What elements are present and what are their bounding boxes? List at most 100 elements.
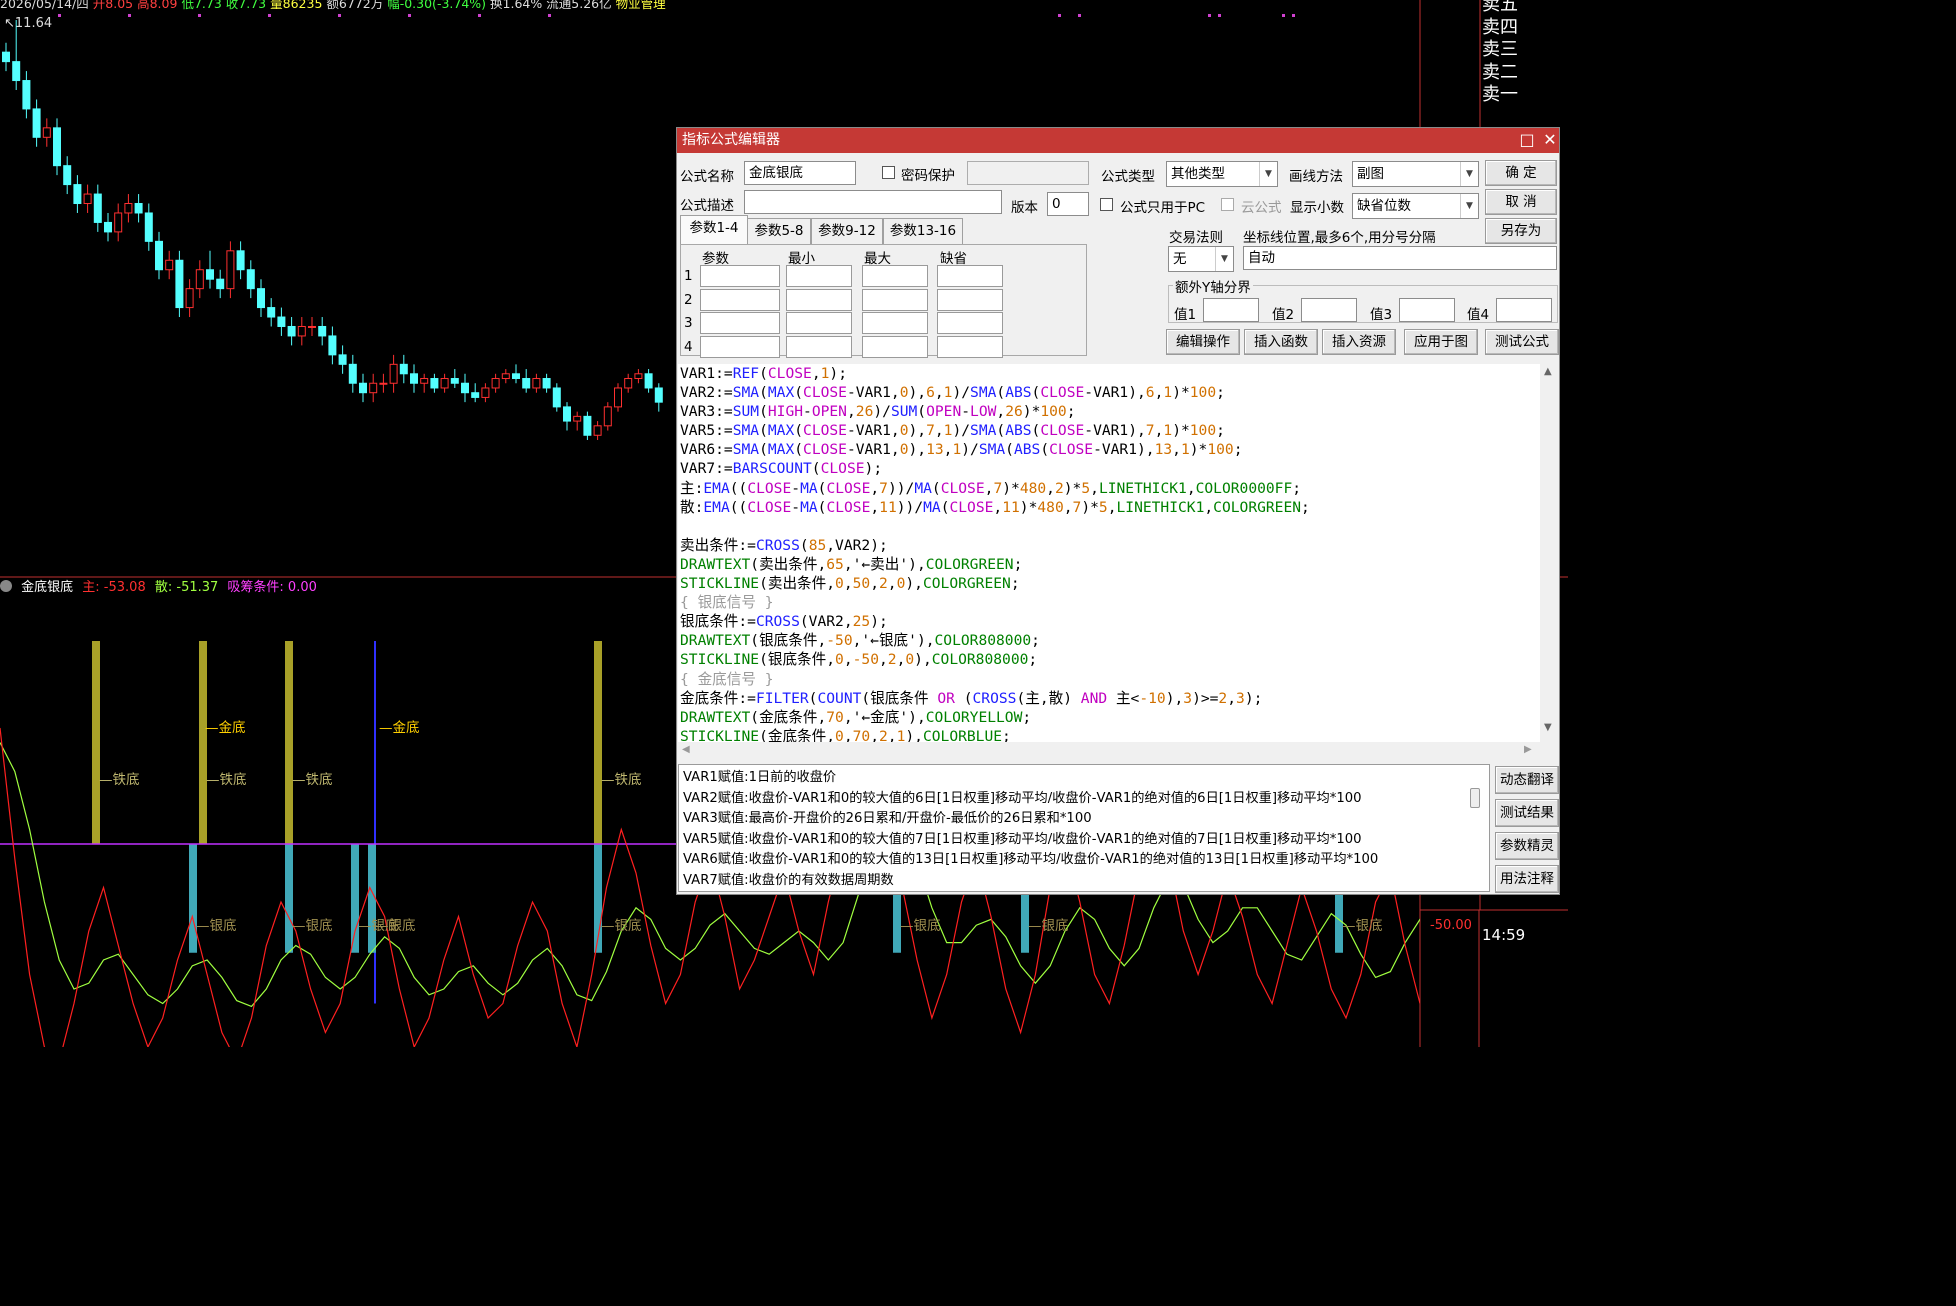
- code-vertical-scrollbar[interactable]: ▲ ▼: [1540, 364, 1559, 742]
- legend-main: 主: -53.08: [82, 580, 146, 595]
- code-line: 银底条件:=CROSS(VAR2,25);: [680, 613, 888, 631]
- apply-to-chart-button[interactable]: 应用于图: [1404, 329, 1478, 355]
- ask-5: 卖五: [1482, 0, 1518, 15]
- param-min-cell[interactable]: [786, 335, 852, 358]
- param-name-cell[interactable]: [700, 335, 780, 358]
- candle-body: [83, 193, 92, 205]
- maximize-icon[interactable]: □: [1516, 129, 1538, 151]
- dialog-title-bar[interactable]: 指标公式编辑器: [677, 128, 1559, 153]
- usage-notes-button[interactable]: 用法注释: [1495, 865, 1559, 893]
- candle-body: [42, 127, 51, 138]
- tab-params-13-16[interactable]: 参数13-16: [883, 218, 963, 244]
- candle-body: [410, 373, 418, 384]
- tab-params-1-4[interactable]: 参数1-4: [680, 215, 748, 245]
- type-select[interactable]: 其他类型 ▼: [1166, 161, 1278, 187]
- code-line: VAR7:=BARSCOUNT(CLOSE);: [680, 460, 883, 478]
- test-result-button[interactable]: 测试结果: [1495, 799, 1559, 827]
- scroll-left-icon[interactable]: ◀: [682, 744, 690, 755]
- high-price-label: ↖11.64: [4, 16, 53, 31]
- edit-ops-button[interactable]: 编辑操作: [1166, 329, 1240, 355]
- param-default-cell[interactable]: [937, 312, 1003, 334]
- param-wizard-button[interactable]: 参数精灵: [1495, 832, 1559, 860]
- name-input[interactable]: 金底银底: [744, 161, 856, 185]
- candle-body: [53, 127, 61, 167]
- gold-label: —金底: [205, 720, 246, 736]
- time-label: 14:59: [1482, 926, 1526, 944]
- candle-body: [73, 184, 82, 205]
- scroll-up-icon[interactable]: ▲: [1544, 366, 1552, 377]
- param-min-cell[interactable]: [786, 265, 852, 287]
- dynamic-translate-button[interactable]: 动态翻译: [1495, 766, 1559, 794]
- param-max-cell[interactable]: [862, 312, 928, 334]
- candle-body: [2, 51, 10, 63]
- draw-select[interactable]: 副图 ▼: [1352, 161, 1479, 187]
- formula-code-editor[interactable]: VAR1:=REF(CLOSE,1); VAR2:=SMA(MAX(CLOSE-V…: [678, 364, 1540, 742]
- value3-input[interactable]: [1399, 298, 1455, 322]
- cancel-button[interactable]: 取 消: [1485, 189, 1557, 215]
- code-line: DRAWTEXT(卖出条件,65,'←卖出'),COLORGREEN;: [680, 555, 1023, 573]
- param-min-cell[interactable]: [786, 312, 852, 334]
- insert-function-button[interactable]: 插入函数: [1244, 329, 1318, 355]
- desc-input[interactable]: [744, 190, 1002, 214]
- translation-panel[interactable]: VAR1赋值:1日前的收盘价 VAR2赋值:收盘价-VAR1和0的较大值的6日[1…: [678, 764, 1490, 892]
- cloud-checkbox[interactable]: [1221, 198, 1234, 211]
- value4-input[interactable]: [1496, 298, 1552, 322]
- axis-level-label: -50.00: [1430, 918, 1472, 933]
- code-line: { 银底信号 }: [680, 594, 774, 612]
- candle-body: [348, 363, 357, 384]
- param-max-cell[interactable]: [862, 335, 928, 358]
- chevron-down-icon: ▼: [1259, 162, 1277, 186]
- param-default-cell[interactable]: [937, 265, 1003, 287]
- quote-float-cap: 流通5.26亿: [546, 0, 612, 11]
- value1-input[interactable]: [1203, 298, 1259, 322]
- password-checkbox[interactable]: [882, 166, 895, 179]
- candle-body: [216, 278, 225, 290]
- param-row-index: 4: [684, 338, 693, 355]
- coord-input[interactable]: 自动: [1243, 246, 1557, 270]
- param-max-cell[interactable]: [862, 288, 928, 311]
- param-min-cell[interactable]: [786, 288, 852, 311]
- scroll-down-icon[interactable]: ▼: [1544, 722, 1552, 733]
- iron-label: —铁底: [601, 772, 642, 788]
- test-formula-button[interactable]: 测试公式: [1485, 329, 1559, 355]
- param-name-cell[interactable]: [700, 265, 780, 287]
- code-line: STICKLINE(银底条件,0,-50,2,0),COLOR808000;: [680, 651, 1038, 669]
- param-name-cell[interactable]: [700, 312, 780, 334]
- password-label: 密码保护: [901, 168, 955, 184]
- password-input[interactable]: [967, 161, 1089, 185]
- iron-label: —铁底: [99, 772, 140, 788]
- decimals-select[interactable]: 缺省位数 ▼: [1352, 193, 1479, 219]
- candle-body: [573, 415, 582, 422]
- close-icon[interactable]: ✕: [1539, 129, 1561, 151]
- tab-params-5-8[interactable]: 参数5-8: [747, 218, 811, 244]
- param-header-max: 最大: [864, 251, 891, 267]
- scroll-right-icon[interactable]: ▶: [1524, 744, 1532, 755]
- code-line: VAR3:=SUM(HIGH-OPEN,26)/SUM(OPEN-LOW,26)…: [680, 403, 1076, 421]
- trade-rule-select[interactable]: 无 ▼: [1168, 246, 1234, 272]
- desc-label: 公式描述: [680, 198, 734, 214]
- candle-body: [614, 387, 622, 408]
- candle-body: [297, 325, 306, 337]
- save-as-button[interactable]: 另存为: [1485, 218, 1557, 244]
- param-default-cell[interactable]: [937, 335, 1003, 358]
- param-default-cell[interactable]: [937, 288, 1003, 311]
- collapse-icon[interactable]: [0, 580, 12, 592]
- pc-only-checkbox[interactable]: [1100, 198, 1113, 211]
- candle-body: [359, 382, 367, 394]
- candle-body: [552, 387, 561, 408]
- candle-body: [124, 203, 133, 214]
- param-name-cell[interactable]: [700, 288, 780, 311]
- tab-params-9-12[interactable]: 参数9-12: [811, 218, 883, 244]
- trade-rule-label: 交易法则: [1169, 230, 1223, 246]
- ok-button[interactable]: 确 定: [1485, 160, 1557, 186]
- iron-label: —铁底: [292, 772, 333, 788]
- version-input[interactable]: 0: [1047, 192, 1089, 216]
- formula-editor-dialog[interactable]: 指标公式编辑器 □ ✕ 公式名称 金底银底 密码保护 公式类型 其他类型 ▼ 画线…: [676, 127, 1560, 895]
- candle-body: [165, 259, 174, 271]
- silver-stick: [285, 844, 293, 953]
- value2-input[interactable]: [1301, 298, 1357, 322]
- code-horizontal-scrollbar[interactable]: ◀ ▶: [678, 742, 1540, 760]
- param-max-cell[interactable]: [862, 265, 928, 287]
- insert-resource-button[interactable]: 插入资源: [1322, 329, 1396, 355]
- translation-scroll-thumb[interactable]: [1470, 788, 1480, 808]
